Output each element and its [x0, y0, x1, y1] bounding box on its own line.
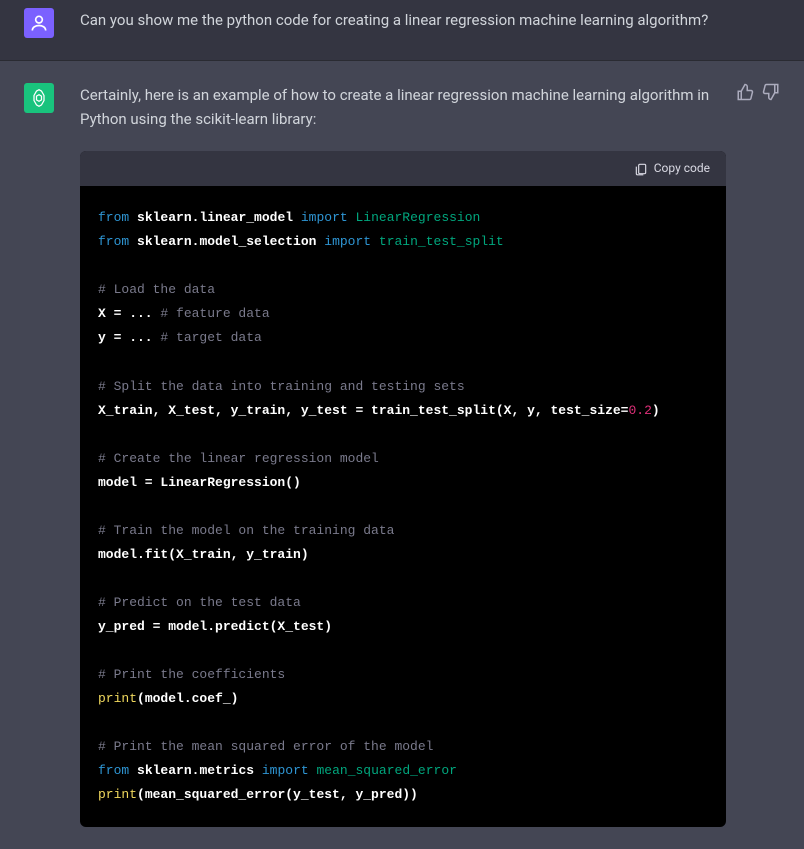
thumbs-down-icon[interactable] [762, 83, 780, 101]
assistant-logo-icon [29, 88, 49, 108]
assistant-avatar [24, 83, 54, 113]
assistant-message-row: Certainly, here is an example of how to … [0, 61, 804, 849]
code-content: from sklearn.linear_model import LinearR… [80, 186, 726, 827]
copy-code-button[interactable]: Copy code [634, 159, 710, 178]
feedback-buttons [736, 83, 780, 827]
user-avatar [24, 8, 54, 38]
user-message-row: Can you show me the python code for crea… [0, 0, 804, 61]
copy-code-label: Copy code [654, 159, 710, 178]
code-header: Copy code [80, 151, 726, 186]
assistant-message-text: Certainly, here is an example of how to … [80, 83, 726, 131]
thumbs-up-icon[interactable] [736, 83, 754, 101]
user-message-text: Can you show me the python code for crea… [80, 8, 780, 38]
clipboard-icon [634, 162, 648, 176]
person-icon [29, 13, 49, 33]
code-block: Copy code from sklearn.linear_model impo… [80, 151, 726, 827]
